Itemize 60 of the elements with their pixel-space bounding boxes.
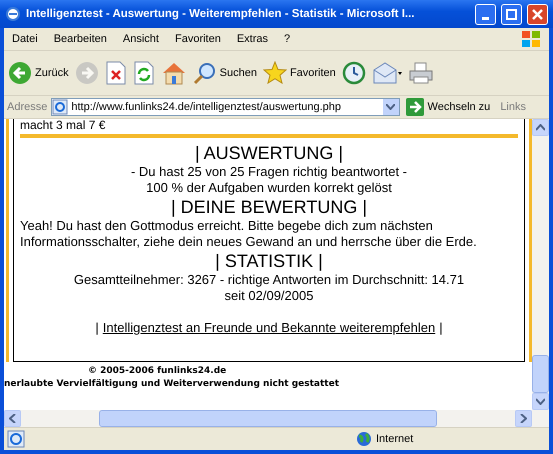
horizontal-scrollbar[interactable] <box>4 410 532 427</box>
print-button[interactable] <box>408 61 434 85</box>
globe-icon <box>356 431 372 447</box>
back-button[interactable]: Zurück <box>8 61 69 85</box>
home-button[interactable] <box>160 61 187 85</box>
menu-item[interactable]: ? <box>276 33 298 45</box>
favorites-button[interactable]: Favoriten <box>262 61 336 85</box>
envelope-icon <box>372 61 402 85</box>
section-text: - Du hast 25 von 25 Fragen richtig beantwortet - <box>130 164 408 180</box>
zone-text: Internet <box>376 433 414 445</box>
separator-text: | <box>95 320 99 335</box>
notice-text: nerlaubte Vervielfältigung und Weiterverwendung nicht gestattet <box>4 378 340 391</box>
address-label: Adresse <box>7 101 48 113</box>
menu-item[interactable]: Favoriten <box>166 33 229 45</box>
scroll-left-icon[interactable] <box>4 410 21 427</box>
document-x-icon <box>104 61 127 85</box>
menu-item[interactable]: Ansicht <box>114 33 167 45</box>
browser-logo-icon <box>5 6 21 22</box>
minimize-button[interactable] <box>475 4 496 24</box>
scroll-up-icon[interactable] <box>532 119 549 136</box>
maximize-button[interactable] <box>501 4 522 24</box>
go-arrow-icon <box>406 98 424 116</box>
section-heading: | AUSWERTUNG | <box>194 142 344 164</box>
page-text: macht 3 mal 7 € <box>20 119 106 131</box>
vertical-scrollbar[interactable] <box>532 119 549 427</box>
section-heading: | DEINE BEWERTUNG | <box>170 196 368 218</box>
copyright-text: © 2005-2006 funlinks24.de <box>87 365 228 378</box>
stop-button[interactable] <box>104 61 127 85</box>
window-title: Intelligenztest - Auswertung - Weiterempfehlen - Statistik - Microsoft I... <box>26 8 416 20</box>
section-text: Yeah! Du hast den Gottmodus erreicht. Bitte begebe dich zum nächsten Informationsschalter, ziehe dein neues Gewand an und herrsche über die Erde. <box>20 218 478 250</box>
recommend-link[interactable]: Intelligenztest an Freunde und Bekannte weiterempfehlen <box>102 320 436 335</box>
search-button[interactable]: Suchen <box>192 61 257 85</box>
scroll-right-icon[interactable] <box>515 410 532 427</box>
close-icon <box>532 8 543 20</box>
printer-icon <box>408 61 434 85</box>
home-icon <box>160 61 187 85</box>
search-icon <box>192 61 217 85</box>
address-field[interactable]: http://www.funlinks24.de/intelligenztest/auswertung.php <box>51 98 400 116</box>
section-text: 100 % der Aufgaben wurden korrekt gelöst <box>145 180 393 196</box>
page-icon <box>52 99 68 115</box>
refresh-icon <box>132 61 155 85</box>
section-heading: | STATISTIK | <box>214 250 324 272</box>
links-button[interactable]: Links <box>500 101 546 113</box>
mail-button[interactable] <box>372 61 402 85</box>
section-text: Gesamtteilnehmer: 3267 - richtige Antworten im Durchschnitt: 14.71 <box>72 272 466 288</box>
menu-item[interactable]: Datei <box>4 33 46 45</box>
menu-item[interactable]: Bearbeiten <box>46 33 115 45</box>
scroll-down-icon[interactable] <box>532 393 549 410</box>
scrollbar-thumb[interactable] <box>99 410 437 427</box>
menu-item[interactable]: Extras <box>228 33 276 45</box>
go-button[interactable]: Wechseln zu <box>404 98 496 116</box>
star-icon <box>262 61 287 85</box>
refresh-button[interactable] <box>132 61 155 85</box>
windows-flag-icon <box>521 30 541 48</box>
section-text: seit 02/09/2005 <box>224 288 314 304</box>
separator-text: | <box>439 320 443 335</box>
scrollbar-thumb[interactable] <box>532 355 549 393</box>
minimize-icon <box>482 16 489 20</box>
close-button[interactable] <box>527 4 548 24</box>
maximize-icon <box>506 8 517 20</box>
